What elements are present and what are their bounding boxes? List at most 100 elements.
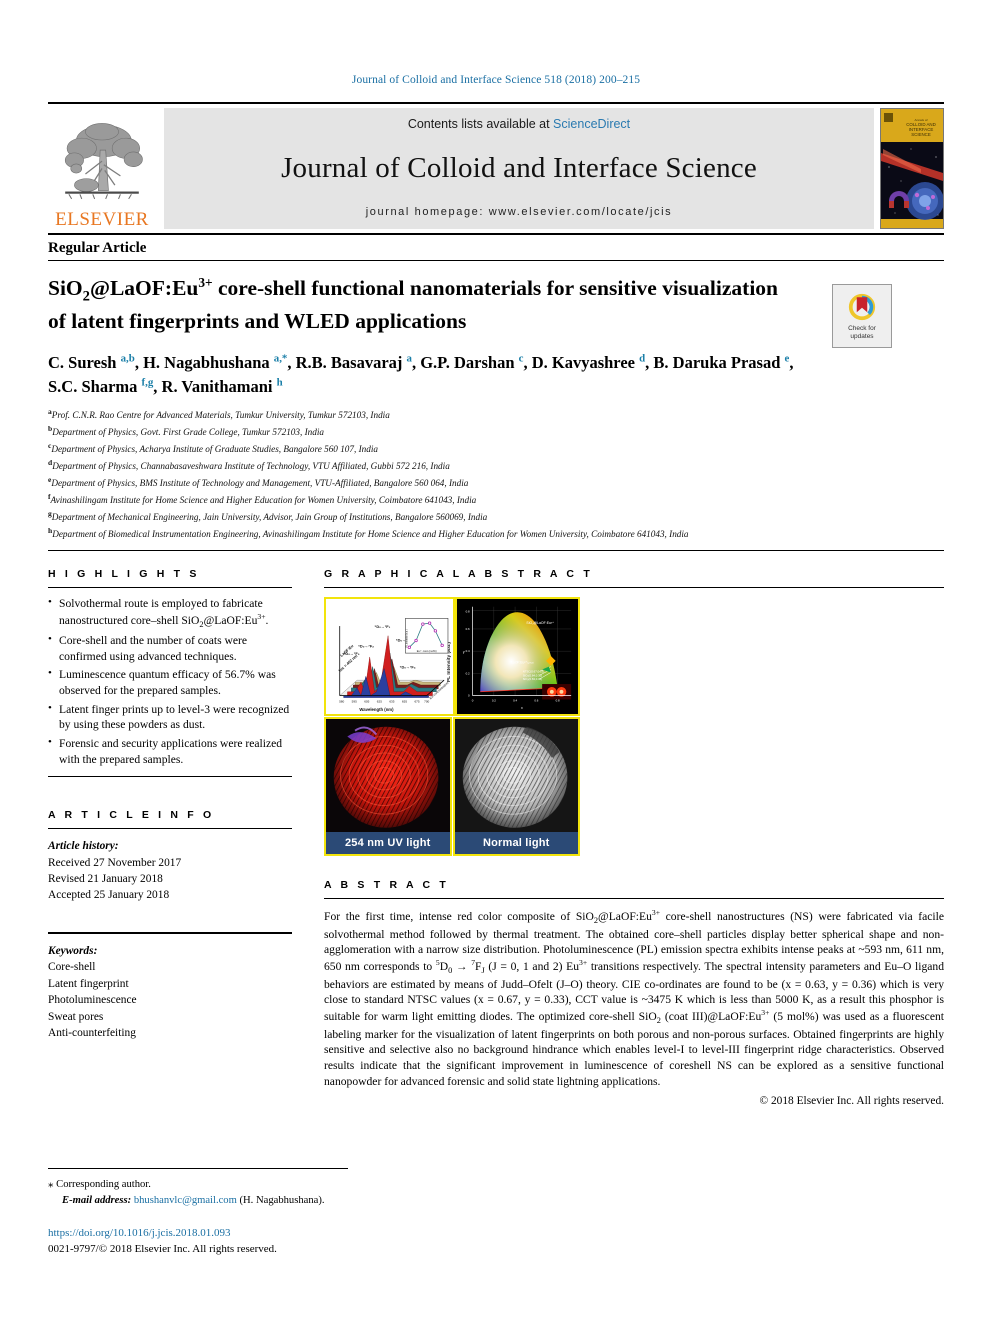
svg-text:0.4: 0.4 (513, 698, 517, 702)
keyword-item: Anti-counterfeiting (48, 1027, 136, 1040)
fingerprint-uv-panel: 254 nm UV light (324, 717, 452, 856)
abstract-text: For the first time, intense red color co… (324, 908, 945, 1088)
history-accepted: Accepted 25 January 2018 (48, 889, 170, 902)
fingerprint-normal-caption: Normal light (454, 832, 578, 854)
affiliation-list: aProf. C.N.R. Rao Centre for Advanced Ma… (48, 406, 944, 542)
svg-text:⁵D₀→⁷F₀: ⁵D₀→⁷F₀ (344, 652, 360, 656)
graphical-abstract-rule (324, 587, 944, 588)
affiliation-item: eDepartment of Physics, BMS Institute of… (48, 475, 469, 489)
right-column: G R A P H I C A L A B S T R A C T 580 59… (324, 568, 944, 1107)
author-item: , R.B. Basavaraj a (287, 352, 412, 373)
keywords-block: Keywords: Core-shell Latent fingerprint … (48, 943, 292, 1042)
copyright-line: © 2018 Elsevier Inc. All rights reserved… (759, 1094, 944, 1107)
elsevier-wordmark: ELSEVIER (55, 209, 149, 230)
svg-text:⁵D₀→⁷F₁: ⁵D₀→⁷F₁ (375, 625, 391, 629)
corresponding-author-note: ⁎ Corresponding author. (48, 1178, 151, 1190)
abstract-heading: A B S T R A C T (324, 879, 449, 891)
sciencedirect-link[interactable]: ScienceDirect (553, 117, 630, 131)
crossmark-badge[interactable]: Check for updates (832, 284, 892, 348)
email-note: E-mail address: bhushanvlc@gmail.com (H.… (62, 1194, 325, 1206)
running-head: Journal of Colloid and Interface Science… (351, 74, 641, 86)
svg-text:Eu³⁺ conc.(mol%): Eu³⁺ conc.(mol%) (417, 649, 437, 653)
title-sub-1: 2 (82, 288, 90, 305)
article-history: Article history: Received 27 November 20… (48, 838, 292, 904)
footnote-block: ⁎ Corresponding author. E-mail address: … (48, 1176, 668, 1209)
masthead-center: Contents lists available at ScienceDirec… (164, 108, 874, 229)
svg-text:y: y (463, 650, 465, 654)
svg-text:0.8: 0.8 (556, 698, 560, 702)
elsevier-tree-icon (64, 123, 143, 200)
article-info-rule (48, 828, 292, 830)
email-link[interactable]: bhushanvlc@gmail.com (134, 1195, 237, 1206)
title-part-3: core-shell functional nanomaterials for … (212, 276, 657, 301)
author-list: C. Suresh a,b, H. Nagabhushana a,*, R.B.… (48, 351, 928, 398)
journal-masthead: ELSEVIER Contents lists available at Sci… (48, 102, 944, 235)
article-info-heading: A R T I C L E I N F O (48, 809, 215, 822)
title-part-1: SiO (48, 276, 83, 301)
doi-link[interactable]: https://doi.org/10.1016/j.jcis.2018.01.0… (48, 1227, 231, 1239)
graphical-abstract-heading: G R A P H I C A L A B S T R A C T (324, 568, 593, 580)
svg-text:700: 700 (424, 699, 429, 703)
affiliation-item: bDepartment of Physics, Govt. First Grad… (48, 424, 324, 438)
list-item: Core-shell and the number of coats were … (48, 632, 292, 664)
svg-text:655: 655 (402, 699, 407, 703)
affiliation-item: hDepartment of Biomedical Instrumentatio… (48, 526, 689, 540)
history-received: Received 27 November 2017 (48, 856, 182, 869)
pl-spectra-svg: 580 595 605 625 635 655 675 700 Wavelength (n… (326, 599, 453, 714)
svg-text:Wavelength (nm): Wavelength (nm) (359, 707, 394, 712)
ga-bottom-row: 254 nm UV light Normal light (324, 717, 580, 856)
svg-text:675: 675 (414, 699, 419, 703)
svg-text:0.8: 0.8 (466, 610, 470, 614)
pl-inset: Eu³⁺ conc.(mol%) PL Intensity (a.u.) (405, 618, 449, 654)
affiliation-item: fAvinashilingam Institute for Home Scien… (48, 492, 477, 506)
article-type: Regular Article (48, 240, 147, 256)
crossmark-icon (848, 293, 876, 320)
abstract-rule (324, 898, 944, 899)
cover-art: Annals of COLLOID AND INTERFACE SCIENCE (881, 109, 943, 228)
crossmark-label: Check for updates (848, 324, 876, 340)
list-item: Latent finger prints up to level-3 were … (48, 701, 292, 733)
contents-line: Contents lists available at ScienceDirec… (408, 117, 630, 131)
svg-text:0.2: 0.2 (466, 671, 470, 675)
ga-figure-canvas: 580 595 605 625 635 655 675 700 Wavelength (n… (324, 597, 580, 856)
affiliation-item: aProf. C.N.R. Rao Centre for Advanced Ma… (48, 406, 390, 421)
footer-divider (48, 1168, 348, 1169)
keyword-item: Core-shell (48, 961, 96, 974)
article-header: Regular Article SiO2@LaOF:Eu3+ core-shel… (48, 240, 944, 542)
author-item: , H. Nagabhushana a,* (134, 352, 288, 373)
section-divider (48, 550, 944, 551)
svg-text:0.6: 0.6 (466, 627, 470, 631)
graphical-abstract-figure: 580 595 605 625 635 655 675 700 Wavelength (n… (324, 597, 944, 856)
history-label: Article history: (48, 840, 119, 853)
svg-text:635: 635 (389, 699, 394, 703)
svg-text:x: x (521, 706, 523, 710)
svg-text:605: 605 (364, 699, 369, 703)
svg-text:SCIENCE: SCIENCE (911, 132, 931, 137)
keywords-rule (48, 931, 292, 934)
keyword-item: Photoluminescence (48, 994, 137, 1007)
fingerprint-normal-panel: Normal light (452, 717, 580, 856)
svg-text:⁵D₀→⁷F₄: ⁵D₀→⁷F₄ (400, 666, 416, 670)
fingerprint-uv-caption: 254 nm UV light (326, 832, 450, 854)
keyword-item: Sweat pores (48, 1010, 104, 1023)
highlights-heading: H I G H L I G H T S (48, 568, 200, 580)
cie-chromaticity-plot: SiO₂@LaOF:Eu³⁺ LaOF:Eu³⁺₍₅ₘₒₗ₎ NTSC(0.67… (455, 597, 580, 716)
article-first-page: Journal of Colloid and Interface Science… (0, 0, 992, 1323)
history-revised: Revised 21 January 2018 (48, 873, 163, 886)
cie-point-label: LaOF:Eu³⁺₍₅ₘₒₗ₎ (511, 661, 534, 665)
author-item: C. Suresh a,b (48, 352, 135, 373)
author-item: S.C. Sharma f,g (48, 376, 154, 396)
journal-homepage-link[interactable]: journal homepage: www.elsevier.com/locat… (366, 206, 673, 218)
svg-text:0.2: 0.2 (492, 698, 496, 702)
list-item: Solvothermal route is employed to fabric… (48, 595, 292, 630)
author-item: , G.P. Darshan c (411, 352, 524, 373)
author-item: , R. Vanithamani h (153, 376, 283, 396)
svg-text:580: 580 (339, 699, 344, 703)
left-column: H I G H L I G H T S Solvothermal route i… (48, 568, 292, 1041)
svg-text:0.6: 0.6 (534, 698, 538, 702)
journal-title: Journal of Colloid and Interface Science (281, 152, 757, 184)
title-part-2: @LaOF:Eu (89, 276, 199, 301)
highlights-rule (48, 587, 292, 588)
affiliation-item: dDepartment of Physics, Channabasaveshwa… (48, 458, 450, 472)
svg-text:0.4: 0.4 (466, 649, 470, 653)
